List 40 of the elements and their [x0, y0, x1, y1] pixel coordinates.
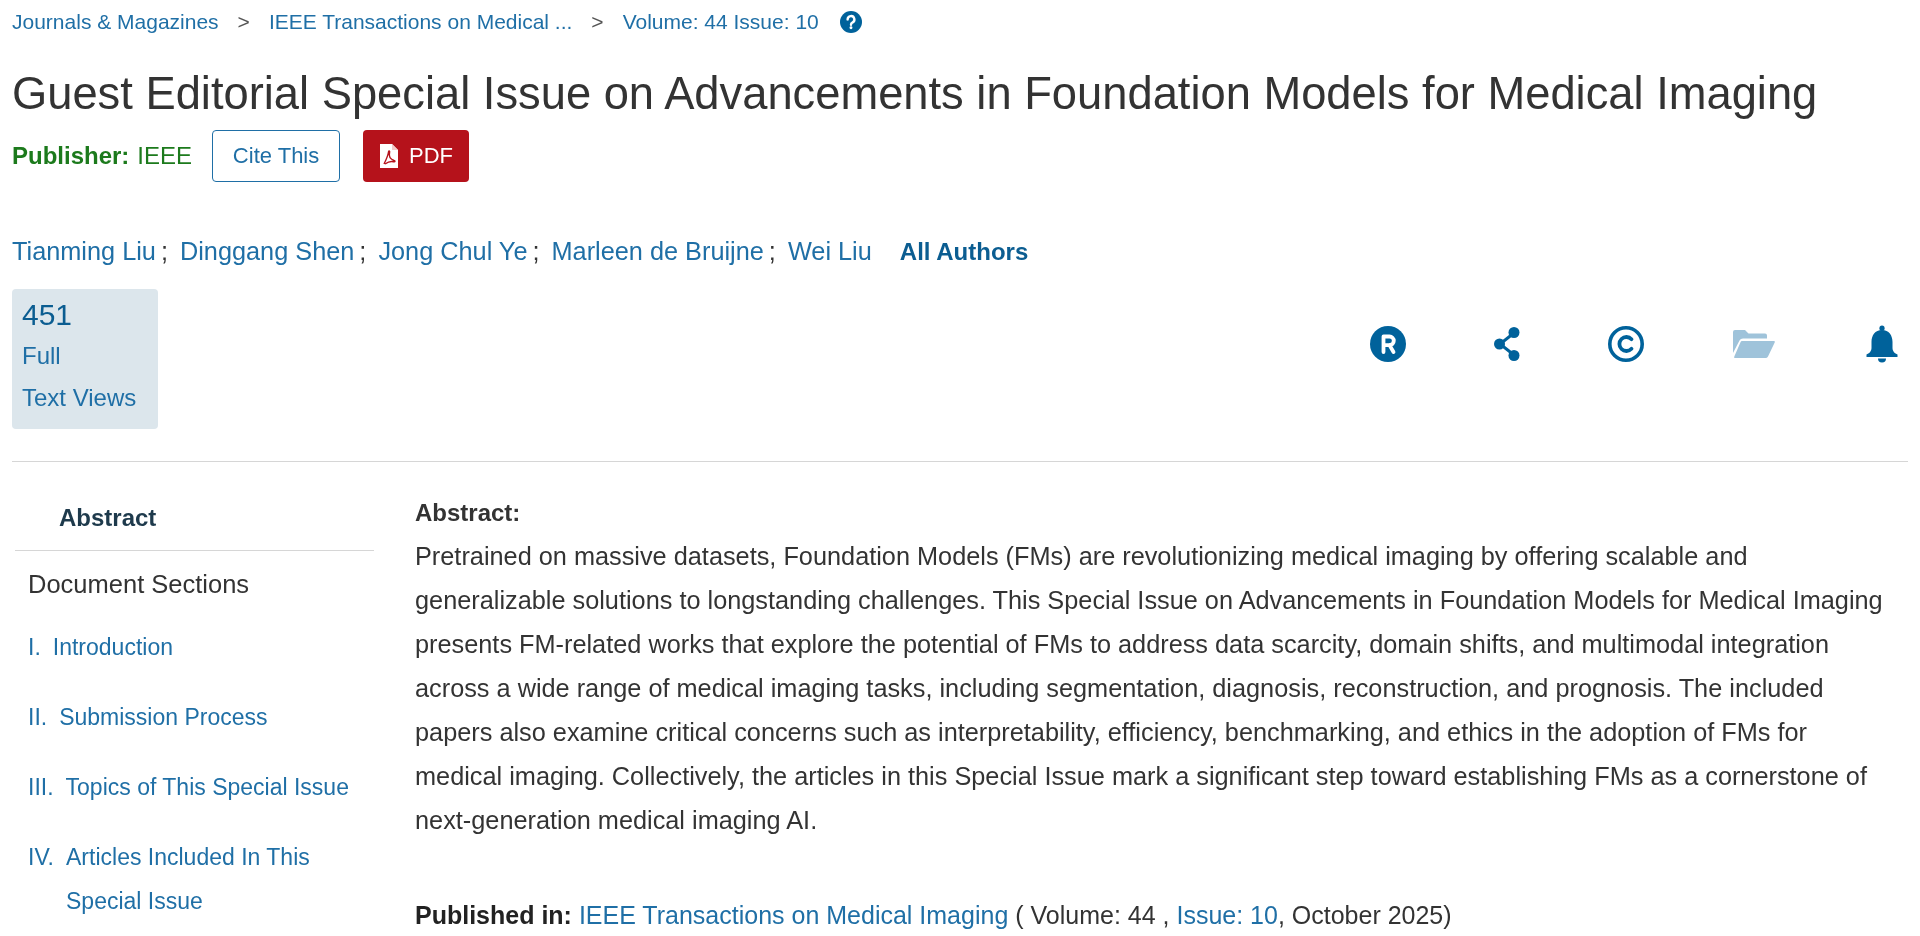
- section-link[interactable]: III. Topics of This Special Issue: [15, 765, 374, 809]
- journal-link[interactable]: IEEE Transactions on Medical Imaging: [578, 901, 1009, 929]
- copyright-icon[interactable]: [1608, 326, 1644, 362]
- abstract-tab[interactable]: Abstract: [15, 489, 374, 551]
- publisher-label: Publisher:: [12, 142, 130, 170]
- author-separator: ;: [359, 236, 367, 267]
- author-separator: ;: [160, 236, 168, 267]
- sections-heading: Document Sections: [27, 569, 251, 599]
- article-title: Guest Editorial Special Issue on Advancements in Foundation Models for Medical Imaging: [12, 68, 1819, 120]
- section-link[interactable]: IV. Articles Included In This Special Issue: [15, 835, 374, 923]
- breadcrumb-link[interactable]: IEEE Transactions on Medical ...: [268, 8, 573, 36]
- published-in-text: Published in: IEEE Transactions on Medical Imaging ( Volume: 44 , Issue: 10, October 2025): [415, 900, 1453, 930]
- document-icon: [379, 143, 400, 169]
- section-link[interactable]: II. Submission Process: [15, 695, 374, 739]
- section-link[interactable]: I. Introduction: [15, 625, 374, 669]
- author-link[interactable]: Marleen de Bruijne: [551, 235, 764, 267]
- views-count: 451: [22, 297, 74, 333]
- breadcrumb-separator: >: [591, 9, 604, 35]
- views-label: Full: [22, 341, 62, 371]
- author-separator: ;: [532, 236, 540, 267]
- author-link[interactable]: Wei Liu: [787, 235, 872, 267]
- cite-button[interactable]: Cite This: [212, 130, 341, 182]
- author-link[interactable]: Dinggang Shen: [179, 235, 355, 267]
- help-icon[interactable]: [839, 11, 862, 33]
- author-link[interactable]: Jong Chul Ye: [378, 235, 528, 267]
- abstract-text: Pretrained on massive datasets, Foundation Models (FMs) are revolutionizing medical imaging by offering scalable and generalizable solutions to longstanding challenges. This Special Issue on Advancements in Foundation Models for Medical Imaging presents FM-related works that explore the potential of FMs to address data scarcity, domain shifts, and multimodal integration across a wide range of medical imaging tasks, including segmentation, diagnosis, reconstruction, and prognosis. The included papers also examine critical concerns such as interpretability, efficiency, benchmarking, and ethics in the adoption of FMs for medical imaging. Collectively, the articles in this Special Issue mark a significant step toward establishing FMs as a cornerstone of next-generation medical imaging AI.: [415, 541, 1884, 836]
- views-label: Text Views: [22, 383, 138, 413]
- author-link[interactable]: Tianming Liu: [12, 235, 156, 267]
- publisher-name: IEEE: [137, 142, 193, 170]
- bell-icon[interactable]: [1864, 325, 1900, 363]
- rights-icon[interactable]: [1370, 326, 1406, 362]
- all-authors-link[interactable]: All Authors: [899, 236, 1029, 268]
- author-separator: ;: [768, 236, 776, 267]
- abstract-heading: Abstract:: [415, 498, 522, 528]
- breadcrumb-link[interactable]: Journals & Magazines: [12, 8, 219, 36]
- breadcrumb-separator: >: [237, 9, 250, 35]
- breadcrumb-link[interactable]: Volume: 44 Issue: 10: [622, 8, 819, 36]
- pdf-button[interactable]: PDF: [363, 130, 470, 182]
- issue-link[interactable]: Issue: 10: [1176, 901, 1278, 929]
- share-icon[interactable]: [1494, 327, 1520, 361]
